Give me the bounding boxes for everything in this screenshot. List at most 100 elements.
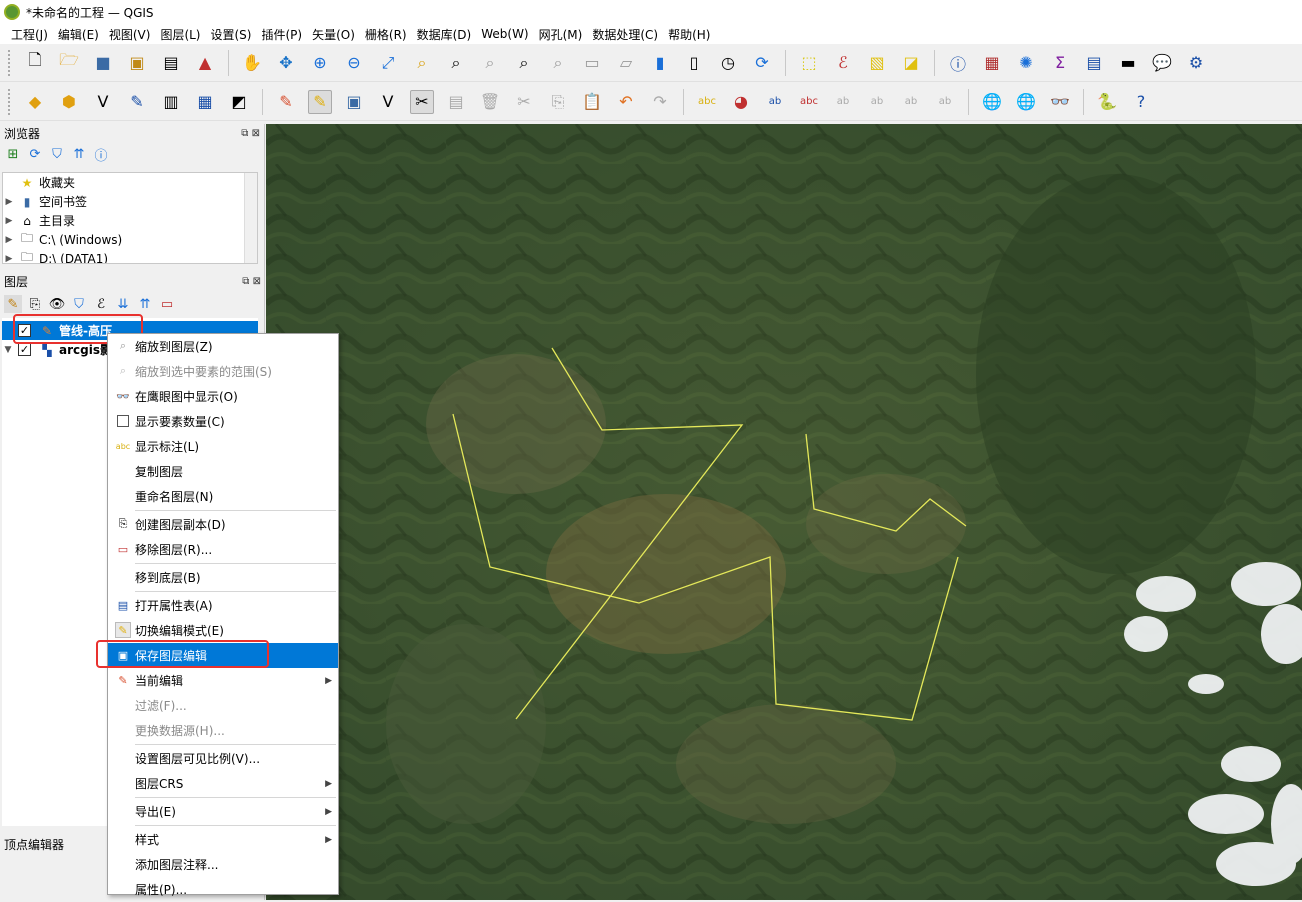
expand-arrow-icon[interactable]: ▶ (3, 197, 15, 207)
tree-item[interactable]: ▶ 🗀 C:\ (Windows) (3, 230, 257, 249)
properties-icon[interactable]: ⓘ (92, 145, 110, 164)
rotate-label-icon[interactable]: ab (899, 90, 923, 114)
remove-layer-icon[interactable]: ▭ (158, 295, 176, 313)
style-manager-icon[interactable]: ▲ (193, 51, 217, 75)
show-hide-labels-icon[interactable]: ab (865, 90, 889, 114)
menu-item-add-layer-notes[interactable]: 添加图层注释... (108, 852, 338, 877)
toggle-editing-icon[interactable]: ✎ (308, 89, 332, 114)
menu-view[interactable]: 视图(V) (104, 26, 156, 43)
metasearch-catalog-icon[interactable]: 🌐 (1014, 90, 1038, 114)
tree-item[interactable]: ▶ ▮ 空间书签 (3, 192, 257, 211)
menu-item-show-labels[interactable]: abc 显示标注(L) (108, 434, 338, 459)
menu-item-export[interactable]: 导出(E) ▶ (108, 799, 338, 824)
new-map-view-icon[interactable]: ▭ (580, 51, 604, 75)
manage-visibility-icon[interactable]: 👁 (48, 295, 66, 313)
menu-processing[interactable]: 数据处理(C) (587, 26, 663, 43)
tree-item[interactable]: ★ 收藏夹 (3, 173, 257, 192)
new-project-icon[interactable]: 🗋 (23, 50, 47, 75)
zoom-out-icon[interactable]: ⊖ (342, 51, 366, 75)
menu-item-zoom-to-selection[interactable]: ⌕ 缩放到选中要素的范围(S) (108, 359, 338, 384)
delete-selected-icon[interactable]: 🗑 (478, 90, 502, 114)
select-by-location-icon[interactable]: ◪ (899, 51, 923, 75)
zoom-next-icon[interactable]: ⌕ (546, 51, 570, 75)
save-as-icon[interactable]: ▣ (125, 51, 149, 75)
change-label-icon[interactable]: ab (933, 90, 957, 114)
tree-item[interactable]: ▶ ⌂ 主目录 (3, 211, 257, 230)
menu-item-zoom-to-layer[interactable]: ⌕ 缩放到图层(Z) (108, 334, 338, 359)
python-console-icon[interactable]: 🐍 (1095, 90, 1119, 114)
menu-item-rename-layer[interactable]: 重命名图层(N) (108, 484, 338, 509)
panel-float-close-icons[interactable]: ⧉ ⊠ (242, 276, 261, 287)
attribute-table-icon[interactable]: ▦ (980, 51, 1004, 75)
zoom-selection-icon[interactable]: ⌕ (410, 51, 434, 75)
menu-item-properties[interactable]: 属性(P)... (108, 877, 338, 902)
metasearch-icon[interactable]: 🌐 (980, 90, 1004, 114)
deselect-icon[interactable]: ▧ (865, 51, 889, 75)
filter-icon[interactable]: ⛉ (48, 145, 66, 163)
menu-item-set-scale-visibility[interactable]: 设置图层可见比例(V)... (108, 746, 338, 771)
map-tips-icon[interactable]: 💬 (1150, 51, 1174, 75)
menu-layer[interactable]: 图层(L) (155, 26, 205, 43)
scrollbar[interactable] (244, 173, 257, 263)
menu-item-layer-crs[interactable]: 图层CRS ▶ (108, 771, 338, 796)
statistics-icon[interactable]: Σ (1048, 51, 1072, 75)
refresh-icon[interactable]: ⟳ (750, 51, 774, 75)
label-tool-icon[interactable]: abc (695, 90, 719, 114)
menu-item-remove-layer[interactable]: ▭ 移除图层(R)... (108, 537, 338, 562)
menu-item-duplicate-layer[interactable]: ⎘ 创建图层副本(D) (108, 512, 338, 537)
copy-features-icon[interactable]: ⎘ (546, 90, 570, 114)
new-geopackage-icon[interactable]: ⬢ (57, 90, 81, 114)
map-canvas[interactable] (266, 124, 1302, 900)
expand-all-icon[interactable]: ⇊ (114, 295, 132, 313)
menu-edit[interactable]: 编辑(E) (53, 26, 104, 43)
menu-plugins[interactable]: 插件(P) (256, 26, 307, 43)
select-by-expression-icon[interactable]: ℰ (831, 51, 855, 75)
open-project-icon[interactable]: 🗁 (57, 50, 81, 75)
add-group-icon[interactable]: ⎘ (26, 295, 44, 313)
expand-arrow-icon[interactable]: ▼ (2, 345, 14, 355)
menu-item-current-edits[interactable]: ✎ 当前编辑 ▶ (108, 668, 338, 693)
highlight-labels-icon[interactable]: abc (797, 90, 821, 114)
satellite-map[interactable] (266, 124, 1302, 900)
menu-item-change-data-source[interactable]: 更换数据源(H)... (108, 718, 338, 743)
layer-checkbox[interactable]: ✓ (18, 343, 31, 356)
pan-icon[interactable]: ✋ (240, 51, 264, 75)
zoom-full-icon[interactable]: ⤢ (376, 51, 400, 75)
zoom-layer-icon[interactable]: ⌕ (444, 51, 468, 75)
menu-item-open-attribute-table[interactable]: ▤ 打开属性表(A) (108, 593, 338, 618)
collapse-all-icon[interactable]: ⇈ (70, 145, 88, 163)
filter-legend-icon[interactable]: ⛉ (70, 295, 88, 313)
menu-settings[interactable]: 设置(S) (206, 26, 257, 43)
add-wms-icon[interactable]: ▦ (193, 90, 217, 114)
help-icon[interactable]: ? (1129, 90, 1153, 114)
menu-database[interactable]: 数据库(D) (412, 26, 477, 43)
menu-vector[interactable]: 矢量(O) (307, 26, 360, 43)
paste-features-icon[interactable]: 📋 (580, 90, 604, 114)
undo-icon[interactable]: ↶ (614, 90, 638, 114)
show-bookmarks-icon[interactable]: ▯ (682, 51, 706, 75)
menu-web[interactable]: Web(W) (476, 27, 533, 41)
add-vector-icon[interactable]: V (91, 90, 115, 114)
pan-to-selection-icon[interactable]: ✥ (274, 51, 298, 75)
identify-icon[interactable]: ⓘ (946, 51, 970, 75)
menu-item-styles[interactable]: 样式 ▶ (108, 827, 338, 852)
add-selected-icon[interactable]: ⊞ (4, 145, 22, 163)
open-table-icon[interactable]: ▤ (1082, 51, 1106, 75)
data-source-manager-icon[interactable]: ◆ (23, 90, 47, 114)
layer-styling-icon[interactable]: ✎ (4, 295, 22, 313)
filter-expression-icon[interactable]: ℰ (92, 295, 110, 313)
browser-refresh-icon[interactable]: ⟳ (26, 145, 44, 163)
panel-float-close-icons[interactable]: ⧉ ⊠ (241, 128, 260, 139)
menu-item-show-in-overview[interactable]: 👓 在鹰眼图中显示(O) (108, 384, 338, 409)
cut-features-icon[interactable]: ✂ (512, 90, 536, 114)
menu-help[interactable]: 帮助(H) (663, 26, 715, 43)
collapse-all-icon[interactable]: ⇈ (136, 295, 154, 313)
menu-project[interactable]: 工程(J) (6, 26, 53, 43)
add-feature-icon[interactable]: V (376, 90, 400, 114)
add-vertex-icon[interactable]: ◩ (227, 90, 251, 114)
tree-item[interactable]: ▶ 🗀 D:\ (DATA1) (3, 249, 257, 263)
edit-attributes-icon[interactable]: ▤ (444, 90, 468, 114)
save-project-icon[interactable]: ■ (91, 51, 115, 75)
zoom-last-icon[interactable]: ⌕ (512, 51, 536, 75)
menu-item-show-feature-count[interactable]: 显示要素数量(C) (108, 409, 338, 434)
